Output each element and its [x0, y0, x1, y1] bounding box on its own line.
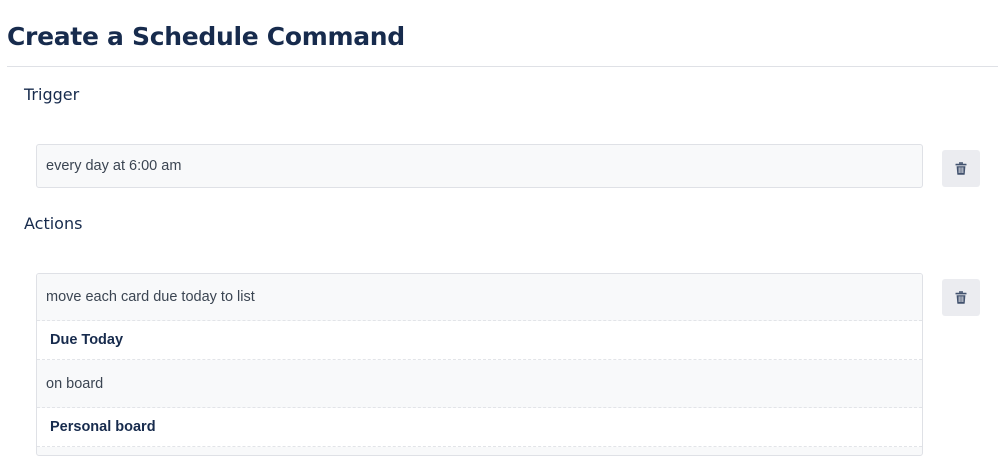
trigger-text: every day at 6:00 am	[46, 158, 182, 174]
delete-action-button[interactable]	[942, 279, 980, 316]
schedule-command-page: Create a Schedule Command Trigger every …	[0, 0, 998, 471]
page-title: Create a Schedule Command	[7, 22, 405, 51]
trigger-heading: Trigger	[24, 85, 80, 104]
board-name-field[interactable]: Personal board	[37, 408, 922, 447]
list-name-field[interactable]: Due Today	[37, 321, 922, 360]
actions-heading: Actions	[24, 214, 83, 233]
delete-trigger-button[interactable]	[942, 150, 980, 187]
trigger-card[interactable]: every day at 6:00 am	[36, 144, 923, 188]
action-text-move: move each card due today to list	[37, 274, 922, 321]
trash-icon	[955, 162, 967, 175]
title-divider	[7, 66, 998, 67]
action-card[interactable]: move each card due today to list Due Tod…	[36, 273, 923, 456]
action-text-on-board: on board	[37, 360, 922, 408]
trash-icon	[955, 291, 967, 304]
